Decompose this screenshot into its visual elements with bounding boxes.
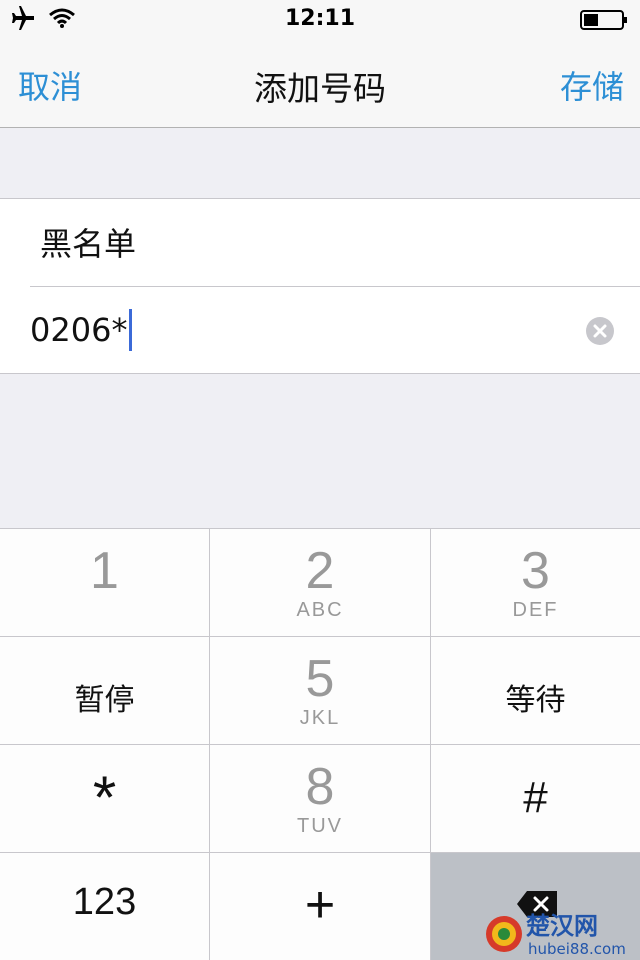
key-star-label: * — [92, 764, 117, 831]
key-5[interactable]: 5 JKL — [210, 637, 431, 745]
key-8-letters: TUV — [297, 815, 343, 837]
key-2[interactable]: 2 ABC — [210, 529, 431, 637]
status-time: 12:11 — [284, 6, 356, 31]
number-row: 0206* — [30, 287, 640, 375]
key-3[interactable]: 3 DEF — [431, 529, 640, 637]
svg-text:hubei88.com: hubei88.com — [528, 940, 626, 958]
text-cursor — [129, 309, 133, 351]
key-2-digit: 2 — [305, 542, 335, 600]
add-number-form: 黑名单 0206* — [0, 198, 640, 374]
key-8[interactable]: 8 TUV — [210, 745, 431, 853]
name-row: 黑名单 — [30, 199, 640, 287]
key-2-letters: ABC — [296, 599, 344, 621]
key-123[interactable]: 123 — [0, 853, 210, 960]
keypad: 1 2 ABC 3 DEF 暂停 5 JKL 等待 * 8 TUV # 123 … — [0, 528, 640, 960]
number-text: 0206* — [30, 311, 128, 349]
key-8-digit: 8 — [305, 758, 335, 816]
key-123-label: 123 — [72, 881, 137, 923]
key-1-digit: 1 — [90, 542, 119, 600]
key-3-digit: 3 — [521, 542, 550, 600]
key-5-letters: JKL — [299, 707, 341, 729]
key-pause-label: 暂停 — [74, 683, 135, 718]
clear-icon — [593, 324, 607, 338]
key-hash-label: # — [523, 773, 548, 822]
key-pause[interactable]: 暂停 — [0, 637, 210, 745]
key-wait-label: 等待 — [505, 683, 566, 718]
number-field[interactable]: 0206* — [30, 309, 133, 351]
key-hash[interactable]: # — [431, 745, 640, 853]
key-plus-label: + — [304, 876, 336, 934]
watermark-logo: 楚汉网 hubei88.com — [486, 912, 626, 958]
nav-bar: 取消 添加号码 存储 — [0, 40, 640, 128]
key-5-digit: 5 — [305, 650, 335, 708]
save-button[interactable]: 存储 — [560, 62, 624, 108]
key-star[interactable]: * — [0, 745, 210, 853]
key-1[interactable]: 1 — [0, 529, 210, 637]
key-3-letters: DEF — [512, 599, 559, 621]
battery-icon — [580, 10, 627, 30]
page-title: 添加号码 — [254, 69, 386, 108]
name-field[interactable]: 黑名单 — [40, 219, 136, 265]
svg-text:楚汉网: 楚汉网 — [526, 912, 598, 940]
key-plus[interactable]: + — [210, 853, 431, 960]
key-wait[interactable]: 等待 — [431, 637, 640, 745]
status-bar: 12:11 — [0, 0, 640, 40]
clear-button[interactable] — [586, 317, 614, 345]
